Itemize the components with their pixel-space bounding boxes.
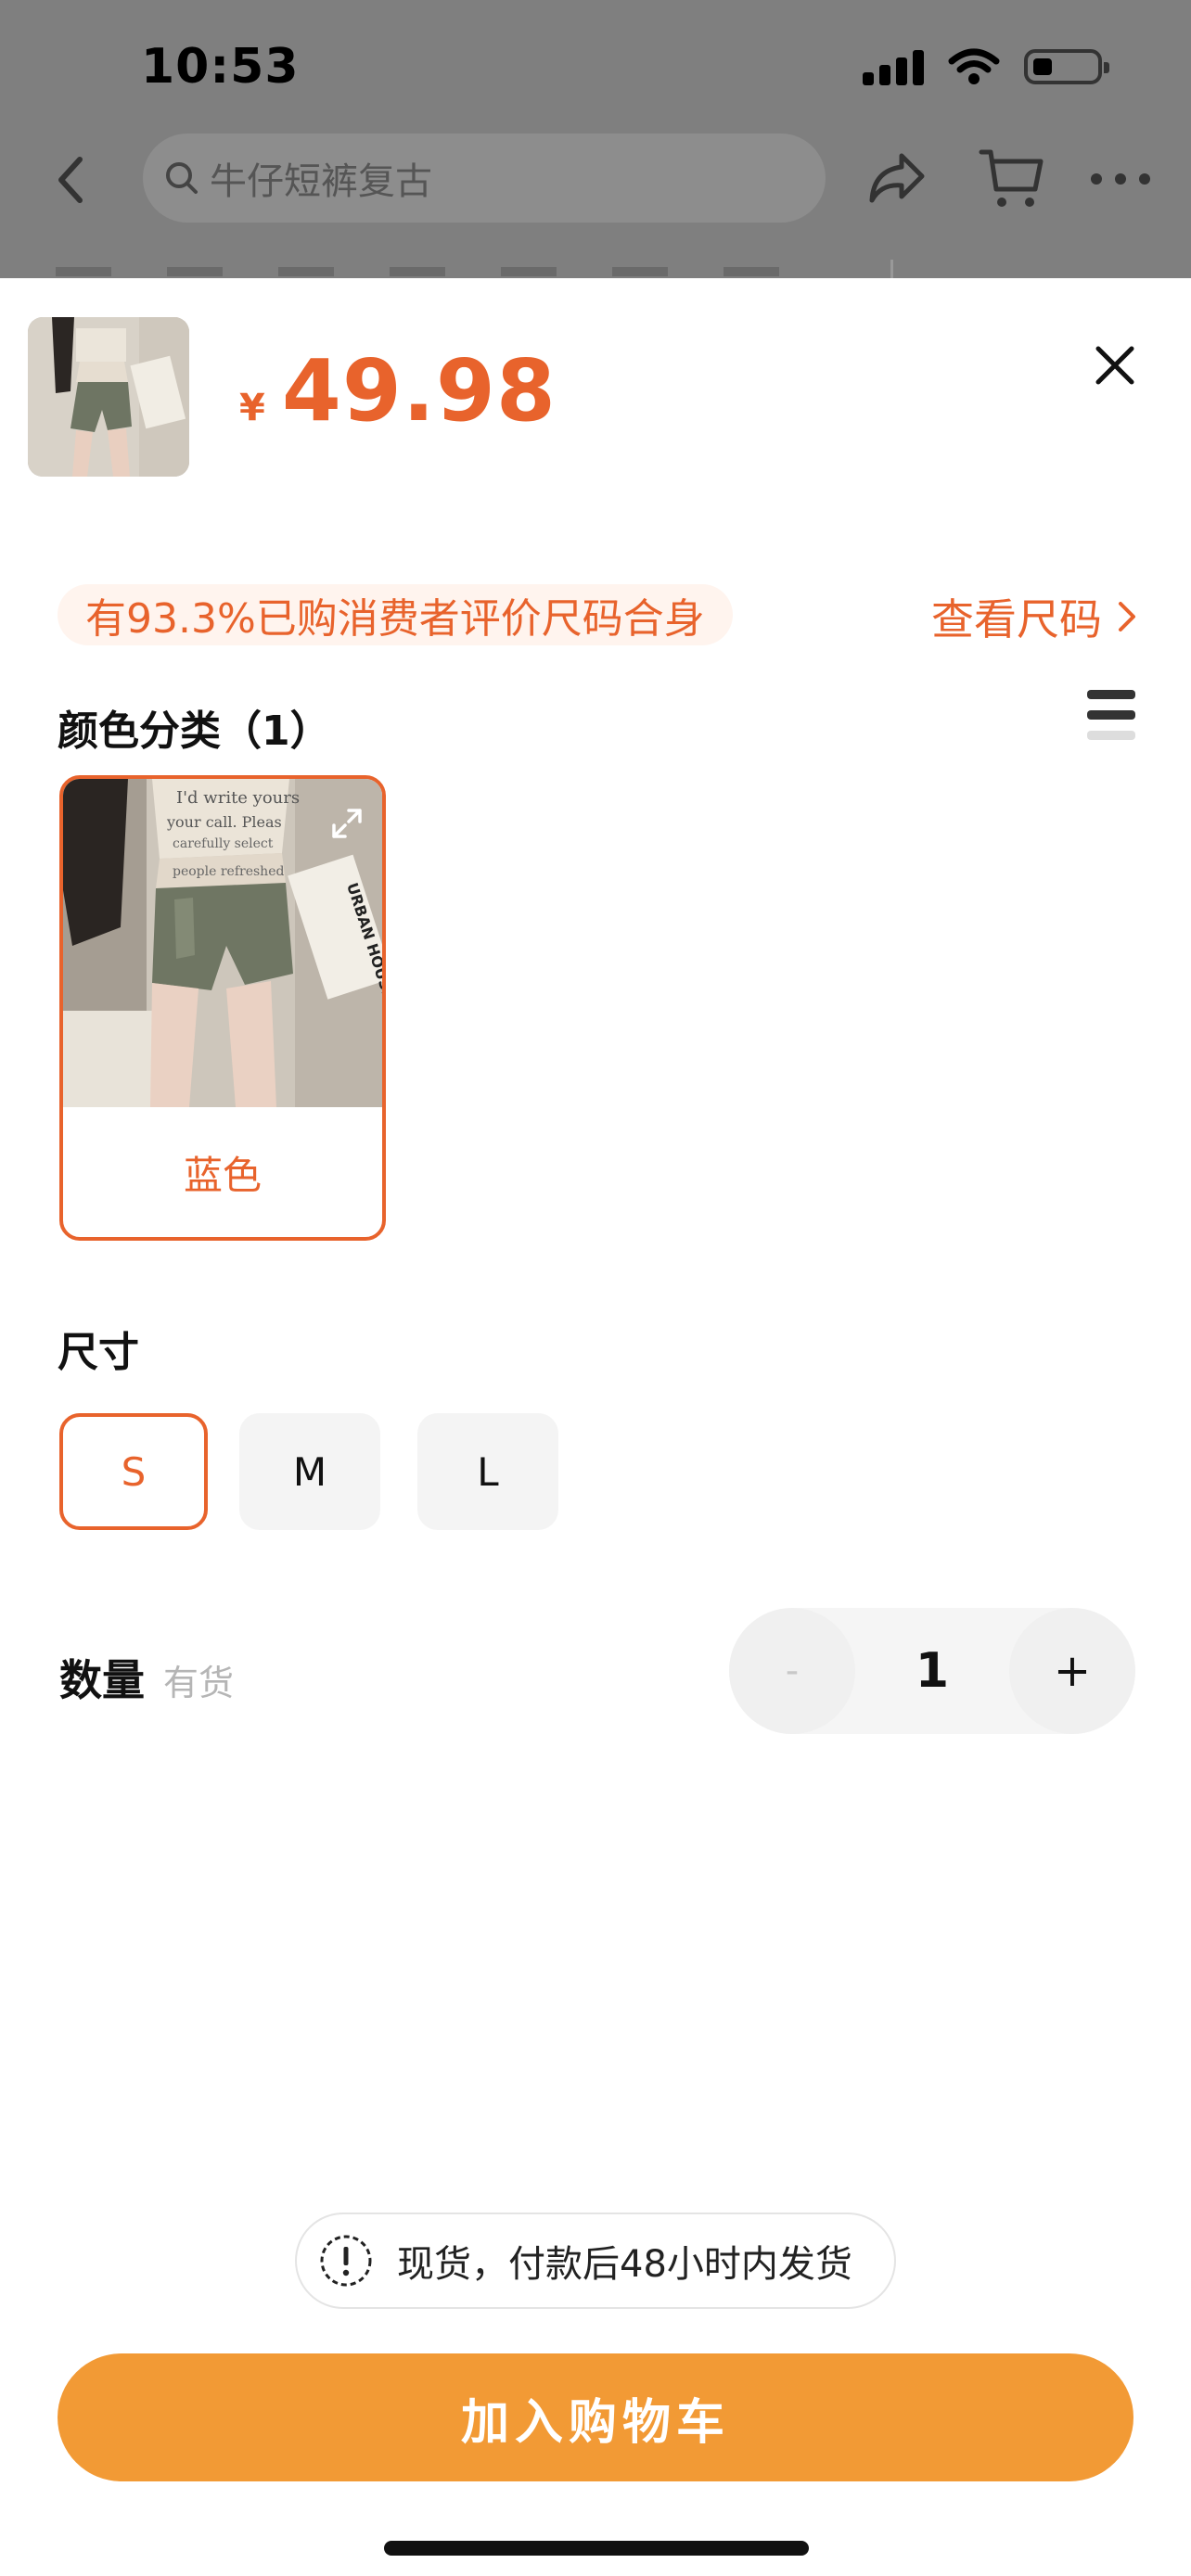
color-section-title: 颜色分类（1） (58, 708, 331, 755)
size-option-s[interactable]: S (59, 1413, 208, 1530)
size-section-title: 尺寸 (58, 1329, 139, 1376)
quantity-label: 数量 (59, 1655, 145, 1705)
svg-text:people refreshed: people refreshed (173, 864, 284, 879)
color-option-label: 蓝色 (183, 1152, 262, 1198)
add-to-cart-button[interactable]: 加入购物车 (58, 2353, 1133, 2481)
cart-icon[interactable] (978, 145, 1044, 211)
size-chart-link[interactable]: 查看尺码 (931, 586, 1137, 647)
signal-icon (863, 48, 924, 85)
battery-icon (1024, 49, 1109, 84)
size-chart-label: 查看尺码 (931, 594, 1102, 644)
status-icons (863, 48, 1109, 85)
expand-icon[interactable] (330, 807, 364, 840)
color-option-blue[interactable]: I'd write yours your call. Pleas careful… (59, 775, 386, 1241)
page-peek (0, 260, 1191, 278)
fit-rating-text: 有93.3%已购消费者评价尺码合身 (85, 595, 705, 643)
currency-symbol: ¥ (239, 387, 265, 429)
product-thumbnail[interactable] (28, 317, 189, 477)
svg-text:carefully select: carefully select (173, 836, 274, 851)
list-view-icon[interactable] (1087, 690, 1135, 740)
stock-status: 有货 (163, 1663, 235, 1703)
size-option-m[interactable]: M (239, 1413, 380, 1530)
search-bar[interactable]: 牛仔短裤复古 (143, 134, 826, 223)
wifi-icon (948, 48, 1000, 84)
close-icon[interactable] (1089, 339, 1141, 391)
sku-selector-sheet: ¥ 49.98 有93.3%已购消费者评价尺码合身 查看尺码 颜色分类（1） I… (0, 278, 1191, 2576)
fit-rating-badge: 有93.3%已购消费者评价尺码合身 (58, 584, 733, 645)
exclamation-icon (320, 2235, 372, 2287)
home-indicator[interactable] (384, 2541, 809, 2556)
svg-text:your call. Pleas: your call. Pleas (166, 813, 282, 831)
background-overlay[interactable]: 10:53 牛仔短裤复古 (0, 0, 1191, 278)
quantity-value[interactable]: 1 (855, 1608, 1009, 1734)
search-placeholder: 牛仔短裤复古 (210, 160, 432, 203)
back-icon[interactable] (52, 152, 89, 208)
decrease-button[interactable]: - (729, 1608, 855, 1734)
status-time: 10:53 (141, 39, 300, 95)
chevron-right-icon (1119, 602, 1135, 631)
shipping-notice-text: 现货，付款后48小时内发货 (397, 2243, 852, 2286)
more-icon[interactable] (1091, 156, 1150, 202)
increase-button[interactable]: + (1009, 1608, 1135, 1734)
price: ¥ 49.98 (239, 341, 557, 440)
share-icon[interactable] (866, 148, 928, 208)
search-icon (166, 162, 198, 194)
price-value: 49.98 (281, 341, 557, 440)
size-option-l[interactable]: L (417, 1413, 558, 1530)
shipping-notice: 现货，付款后48小时内发货 (295, 2213, 896, 2309)
quantity-stepper: - 1 + (729, 1608, 1135, 1734)
svg-text:I'd write yours: I'd write yours (176, 788, 300, 808)
